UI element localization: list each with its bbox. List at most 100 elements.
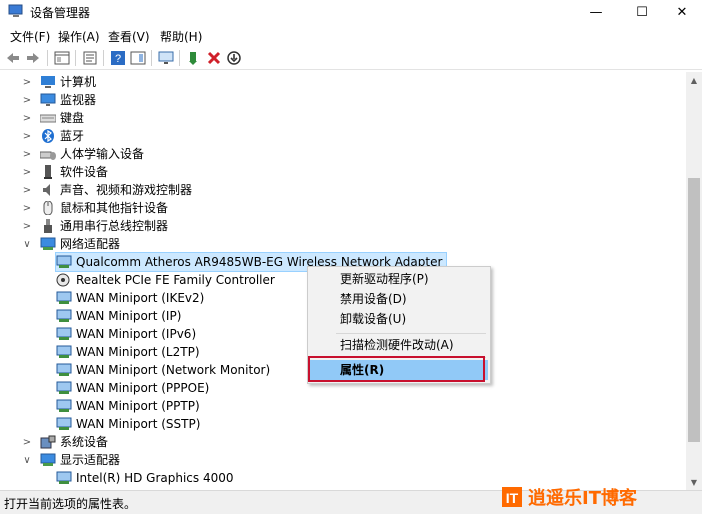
tree-item-label: WAN Miniport (PPTP) <box>76 399 200 413</box>
tree-item-label: WAN Miniport (SSTP) <box>76 417 201 431</box>
tree-item-label: WAN Miniport (IPv6) <box>76 327 197 341</box>
toolbar-separator <box>103 50 104 66</box>
menu-separator <box>336 333 486 334</box>
title-bar: 设备管理器 — ☐ ✕ <box>0 0 702 24</box>
svg-text:IT: IT <box>506 490 519 506</box>
tree-item-realtek-adapter[interactable]: Realtek PCIe FE Family Controller <box>56 271 275 289</box>
tree-item-label: WAN Miniport (IP) <box>76 309 182 323</box>
menu-action[interactable]: 操作(A) <box>58 28 100 45</box>
window-title: 设备管理器 <box>30 6 91 20</box>
tree-item-wan-pptp[interactable]: WAN Miniport (PPTP) <box>56 397 200 415</box>
menu-file[interactable]: 文件(F) <box>10 28 50 45</box>
menu-item-scan-hardware-changes[interactable]: 扫描检测硬件改动(A) <box>310 335 488 355</box>
expand-chevron-icon[interactable]: > <box>22 73 32 91</box>
tree-item-label: 通用串行总线控制器 <box>60 219 169 233</box>
mouse-icon <box>40 200 56 216</box>
network-card-icon <box>56 399 72 413</box>
tree-item-wan-l2tp[interactable]: WAN Miniport (L2TP) <box>56 343 200 361</box>
collapse-chevron-icon[interactable]: ∨ <box>22 235 32 253</box>
tree-item-usb[interactable]: > 通用串行总线控制器 <box>22 217 168 235</box>
help-icon[interactable]: ? <box>109 49 127 67</box>
tree-item-mice[interactable]: > 鼠标和其他指针设备 <box>22 199 168 217</box>
display-adapter-icon <box>40 453 56 467</box>
tree-item-label: 系统设备 <box>60 435 109 449</box>
expand-chevron-icon[interactable]: > <box>22 217 32 235</box>
tree-item-label: WAN Miniport (L2TP) <box>76 345 200 359</box>
forward-arrow-icon[interactable] <box>24 49 42 67</box>
tree-item-label: 鼠标和其他指针设备 <box>60 201 169 215</box>
tree-item-wan-network-monitor[interactable]: WAN Miniport (Network Monitor) <box>56 361 270 379</box>
monitor-scan-icon[interactable] <box>157 49 175 67</box>
tree-item-label: 显示适配器 <box>60 453 121 467</box>
tree-item-software-devices[interactable]: > 软件设备 <box>22 163 108 181</box>
show-hide-tree-icon[interactable] <box>53 49 71 67</box>
expand-chevron-icon[interactable]: > <box>22 163 32 181</box>
tree-item-label: 计算机 <box>60 75 97 89</box>
menu-view[interactable]: 查看(V) <box>108 28 150 45</box>
software-device-icon <box>40 165 56 179</box>
tree-item-wan-ip[interactable]: WAN Miniport (IP) <box>56 307 181 325</box>
back-arrow-icon[interactable] <box>4 49 22 67</box>
tree-item-label: 键盘 <box>60 111 85 125</box>
toolbar-separator <box>151 50 152 66</box>
svg-text:逍遥乐IT博客: 逍遥乐IT博客 <box>528 487 638 509</box>
network-adapter-icon <box>40 237 56 251</box>
action-pane-icon[interactable] <box>129 49 147 67</box>
tree-item-sound[interactable]: > 声音、视频和游戏控制器 <box>22 181 192 199</box>
menu-item-update-driver[interactable]: 更新驱动程序(P) <box>310 269 488 289</box>
tree-item-hid[interactable]: > 人体学输入设备 <box>22 145 144 163</box>
keyboard-icon <box>39 111 57 125</box>
properties-icon[interactable] <box>81 49 99 67</box>
bluetooth-icon <box>40 129 56 143</box>
expand-chevron-icon[interactable]: > <box>22 433 32 451</box>
tree-item-bluetooth[interactable]: > 蓝牙 <box>22 127 84 145</box>
computer-icon <box>40 75 56 89</box>
minimize-button[interactable]: — <box>576 0 616 24</box>
disable-device-icon[interactable] <box>225 49 243 67</box>
tree-item-wan-ipv6[interactable]: WAN Miniport (IPv6) <box>56 325 196 343</box>
menu-item-disable-device[interactable]: 禁用设备(D) <box>310 289 488 309</box>
monitor-icon <box>40 93 56 107</box>
expand-chevron-icon[interactable]: > <box>22 109 32 127</box>
expand-chevron-icon[interactable]: > <box>22 127 32 145</box>
system-device-icon <box>40 435 56 449</box>
expand-chevron-icon[interactable]: > <box>22 145 32 163</box>
tree-item-label: WAN Miniport (Network Monitor) <box>76 363 271 377</box>
tree-item-label: Intel(R) HD Graphics 4000 <box>76 471 234 485</box>
hid-icon <box>39 147 56 161</box>
tree-item-system-devices[interactable]: > 系统设备 <box>22 433 108 451</box>
tree-item-label: 软件设备 <box>60 165 109 179</box>
network-card-icon <box>56 381 72 395</box>
menu-item-uninstall-device[interactable]: 卸载设备(U) <box>310 309 488 329</box>
tree-item-wan-sstp[interactable]: WAN Miniport (SSTP) <box>56 415 200 433</box>
tree-item-display-adapters[interactable]: ∨ 显示适配器 <box>22 451 120 469</box>
close-button[interactable]: ✕ <box>662 0 702 24</box>
scroll-up-arrow-icon[interactable]: ▲ <box>686 72 702 88</box>
maximize-button[interactable]: ☐ <box>622 0 662 24</box>
menu-bar: 文件(F) 操作(A) 查看(V) 帮助(H) <box>0 26 702 46</box>
toolbar-separator <box>47 50 48 66</box>
tree-item-label: Realtek PCIe FE Family Controller <box>76 273 275 287</box>
tree-item-intel-hd-graphics[interactable]: Intel(R) HD Graphics 4000 <box>56 469 234 487</box>
menu-help[interactable]: 帮助(H) <box>160 28 202 45</box>
tree-item-network-adapters[interactable]: ∨ 网络适配器 <box>22 235 120 253</box>
status-text: 打开当前选项的属性表。 <box>4 497 137 511</box>
tree-item-label: 网络适配器 <box>60 237 121 251</box>
usb-icon <box>40 219 56 233</box>
uninstall-device-icon[interactable] <box>205 49 223 67</box>
expand-chevron-icon[interactable]: > <box>22 91 32 109</box>
collapse-chevron-icon[interactable]: ∨ <box>22 451 32 469</box>
tree-item-label: 蓝牙 <box>60 129 85 143</box>
expand-chevron-icon[interactable]: > <box>22 199 32 217</box>
expand-chevron-icon[interactable]: > <box>22 181 32 199</box>
tree-item-wan-pppoe[interactable]: WAN Miniport (PPPOE) <box>56 379 209 397</box>
update-driver-icon[interactable] <box>185 49 203 67</box>
tree-item-label: WAN Miniport (IKEv2) <box>76 291 205 305</box>
tree-item-keyboards[interactable]: > 键盘 <box>22 109 84 127</box>
network-card-icon <box>56 309 72 323</box>
scrollbar-thumb[interactable] <box>688 178 700 442</box>
vertical-scrollbar[interactable]: ▲ ▼ <box>686 72 702 490</box>
tree-item-computer[interactable]: > 计算机 <box>22 73 96 91</box>
tree-item-monitors[interactable]: > 监视器 <box>22 91 96 109</box>
tree-item-wan-ikev2[interactable]: WAN Miniport (IKEv2) <box>56 289 204 307</box>
